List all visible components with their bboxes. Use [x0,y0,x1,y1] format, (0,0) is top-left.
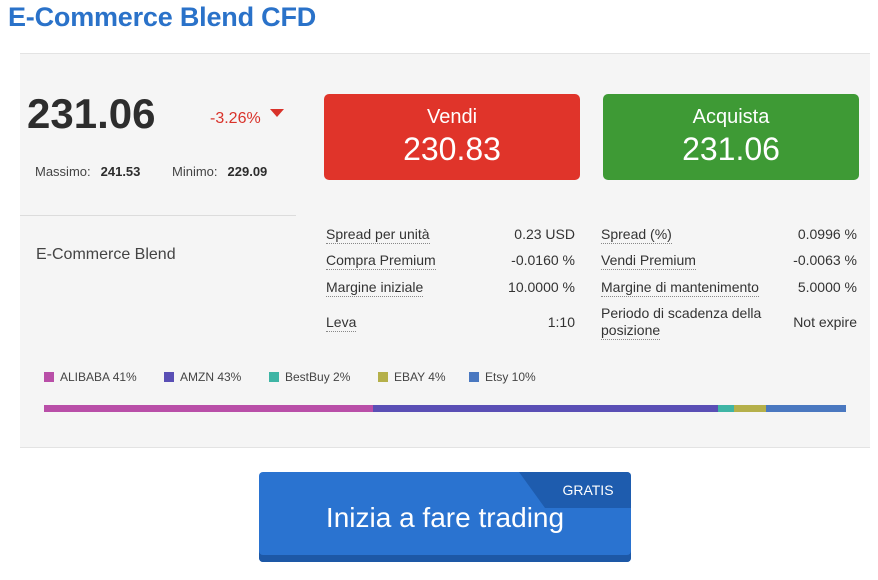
stat-label-leverage: Leva [326,314,357,332]
composition-segment-3 [733,405,766,412]
legend-swatch [44,372,54,382]
high-stat: Massimo: 241.53 [35,164,140,179]
legend-swatch [469,372,479,382]
start-trading-label: Inizia a fare trading [325,502,565,533]
legend-label: Etsy 10% [485,370,536,384]
legend-label: AMZN 43% [180,370,242,384]
stat-label-sell-premium: Vendi Premium [601,252,696,270]
buy-button[interactable]: Acquista 231.06 [603,94,859,180]
stat-value-spread-pct: 0.0996 % [797,226,857,242]
legend-swatch [164,372,174,382]
high-label: Massimo: [35,164,91,179]
legend-label: ALIBABA 41% [60,370,137,384]
legend-swatch [269,372,279,382]
legend-item-bestbuy: BestBuy 2% [269,370,350,384]
composition-bar [44,405,846,412]
legend-item-etsy: Etsy 10% [469,370,536,384]
composition-segment-4 [765,405,846,412]
sell-label: Vendi [426,106,478,128]
composition-segment-0 [44,405,373,412]
sell-button[interactable]: Vendi 230.83 [324,94,580,180]
stat-value-maintenance-margin: 5.0000 % [797,279,857,295]
page-title: E-Commerce Blend CFD [8,2,317,32]
low-value: 229.09 [227,164,268,179]
quote-panel: 231.06 -3.26% Massimo: 241.53 Minimo: 229.… [20,53,870,448]
stat-label-buy-premium: Compra Premium [326,252,436,270]
instrument-name: E-Commerce Blend [36,246,176,263]
low-stat: Minimo: 229.09 [172,164,267,179]
stat-label-spread-unit: Spread per unità [326,226,430,244]
stat-value-sell-premium: -0.0063 % [793,252,857,268]
composition-segment-1 [372,405,718,412]
legend-item-ebay: EBAY 4% [378,370,446,384]
start-trading-button[interactable]: GRATIS Inizia a fare trading [259,472,631,562]
composition-segment-2 [717,405,734,412]
legend-label: EBAY 4% [394,370,446,384]
stat-value-spread-unit: 0.23 USD [514,226,575,242]
buy-price: 231.06 [682,131,780,167]
stat-label-initial-margin: Margine iniziale [326,279,424,297]
legend-swatch [378,372,388,382]
stat-label-expiry-line1: Periodo di scadenza della [601,305,762,321]
high-value: 241.53 [100,164,141,179]
stat-label-maintenance-margin: Margine di mantenimento [601,279,759,297]
stat-label-expiry-line2: posizione [601,322,661,340]
low-label: Minimo: [172,164,218,179]
stat-value-expiry: Not expire [793,314,857,330]
stat-value-initial-margin: 10.0000 % [508,279,575,295]
legend-item-amzn: AMZN 43% [164,370,241,384]
stat-value-leverage: 1:10 [547,314,575,330]
down-arrow-icon [270,109,284,117]
buy-label: Acquista [692,106,770,128]
legend-item-alibaba: ALIBABA 41% [44,370,137,384]
current-price: 231.06 [27,90,156,137]
sell-price: 230.83 [403,131,501,167]
stat-value-buy-premium: -0.0160 % [511,252,575,268]
price-change: -3.26% [210,110,261,127]
stat-label-spread-pct: Spread (%) [601,226,672,244]
legend-label: BestBuy 2% [285,370,351,384]
divider [20,215,296,216]
